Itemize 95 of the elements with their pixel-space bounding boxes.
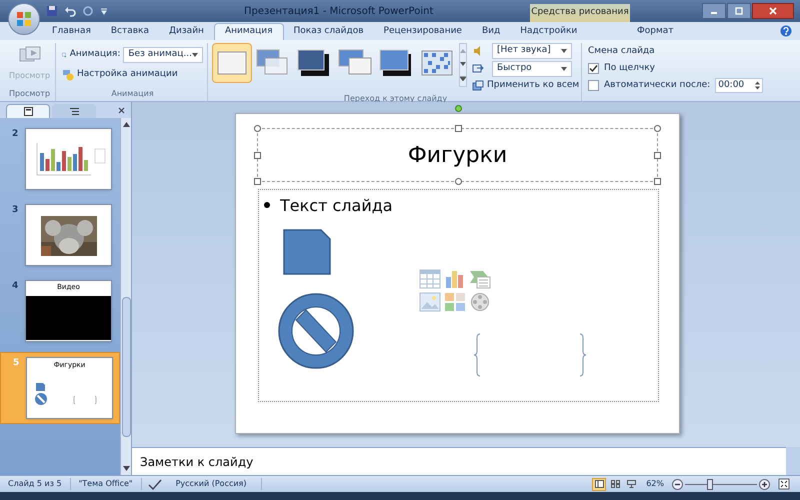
scroll-up-icon[interactable] [122, 122, 130, 127]
ribbon-tab[interactable]: Анимация [214, 23, 284, 40]
window-title: Презентация1 - Microsoft PowerPoint [244, 4, 434, 18]
zoom-out-icon[interactable] [672, 478, 683, 490]
scroll-down-icon[interactable] [460, 62, 466, 66]
caret-icon [192, 53, 198, 57]
save-icon[interactable] [46, 5, 58, 17]
panel-tab[interactable] [52, 104, 96, 118]
normal-view-icon [594, 480, 604, 488]
language-indicator[interactable]: Русский (Россия) [162, 478, 262, 490]
slide-counter: Слайд 5 из 5 [0, 478, 71, 490]
ribbon-tab[interactable]: Формат [615, 23, 696, 40]
theme-name: "Тема Office" [70, 478, 142, 490]
zoom-slider-thumb[interactable] [707, 478, 714, 490]
vertical-scrollbar[interactable] [120, 118, 131, 475]
zoom-slider[interactable] [685, 478, 757, 490]
help-icon[interactable] [780, 25, 792, 37]
maximize-button[interactable] [727, 3, 751, 19]
view-button[interactable] [624, 478, 638, 490]
resize-handle[interactable] [455, 178, 462, 185]
resize-handle[interactable] [254, 125, 261, 132]
resize-handle[interactable] [455, 125, 462, 132]
bullet-icon [264, 202, 270, 208]
ribbon-tab[interactable]: Главная [42, 23, 101, 40]
apply-all-icon [472, 80, 484, 92]
resize-handle[interactable] [654, 152, 661, 159]
close-icon[interactable] [118, 107, 125, 114]
scroll-thumb[interactable] [122, 297, 130, 437]
auto-advance-checkbox[interactable] [588, 80, 599, 91]
resize-handle[interactable] [654, 125, 661, 132]
ribbon-tab[interactable]: Рецензирование [374, 23, 472, 40]
office-button[interactable] [8, 3, 40, 35]
checkbox-label: По щелчку [604, 62, 655, 74]
custom-animation-button[interactable]: Настройка анимации [62, 68, 203, 82]
ribbon-tab[interactable]: Вставка [100, 23, 160, 40]
time-spinner[interactable]: 00:00 [715, 78, 764, 93]
notes-text: Заметки к слайду [140, 454, 254, 470]
slide-thumbnail-row[interactable]: 2 [0, 124, 120, 194]
notes-pane[interactable]: Заметки к слайду [132, 447, 786, 475]
rotate-handle[interactable] [455, 105, 462, 112]
resize-handle[interactable] [254, 178, 261, 185]
undo-icon[interactable] [64, 5, 76, 17]
projector-screen-icon [626, 480, 636, 488]
office-logo-icon [16, 11, 32, 27]
scroll-down-icon[interactable] [122, 466, 130, 471]
spelling-check-icon[interactable] [148, 478, 162, 490]
apply-to-all-button[interactable]: Применить ко всем [472, 79, 580, 92]
speed-dropdown[interactable]: Быстро [492, 61, 572, 77]
custom-animation-icon [62, 68, 74, 81]
group-label: Анимация [110, 88, 155, 100]
resize-handle[interactable] [654, 178, 661, 185]
ribbon-tab[interactable]: Надстройки [510, 23, 588, 40]
no-symbol-shape[interactable] [276, 292, 356, 370]
contextual-tab-group: Средства рисования [530, 4, 630, 22]
slides-icon [24, 107, 32, 116]
zoom-in-icon[interactable] [759, 478, 770, 490]
ribbon-tab[interactable]: Показ слайдов [284, 23, 374, 40]
ribbon-tab[interactable]: Вид [472, 23, 510, 40]
animation-label: Анимация: [70, 48, 120, 62]
caret-icon [561, 67, 567, 71]
caret-icon [561, 49, 567, 53]
slide-thumbnail-row[interactable]: 3 [0, 200, 120, 270]
group-title: Смена слайда [588, 45, 656, 58]
sound-dropdown[interactable]: [Нет звука] [492, 43, 572, 59]
grid-view-icon [610, 480, 620, 488]
fit-to-window-icon[interactable] [778, 478, 790, 490]
slide-number: 3 [12, 204, 20, 217]
outline-icon [70, 106, 78, 116]
zoom-level[interactable]: 62% [640, 478, 670, 490]
animation-dropdown[interactable]: Без анимац... [123, 47, 203, 63]
gallery-scrollbar[interactable] [459, 43, 467, 87]
group-label: Просмотр [8, 88, 52, 100]
expand-gallery-icon[interactable] [460, 76, 466, 82]
insert-clip-art-icon[interactable] [444, 292, 466, 312]
on-click-checkbox[interactable] [588, 62, 599, 74]
close-icon [769, 7, 777, 15]
customize-toolbar-icon[interactable] [100, 7, 108, 15]
slide-number: 4 [12, 280, 20, 293]
snipped-square-shape[interactable] [283, 229, 331, 275]
slide-number: 5 [13, 357, 20, 370]
checkbox-label: Автоматически после: [604, 78, 710, 92]
minimize-button[interactable] [702, 3, 726, 19]
maximize-icon [735, 7, 743, 15]
ribbon-tab[interactable]: Дизайн [159, 23, 214, 40]
close-button[interactable] [752, 3, 794, 19]
slide-title: Фигурки [408, 142, 508, 170]
bullet-text: Текст слайда [280, 195, 393, 217]
slide-number: 2 [12, 128, 20, 141]
view-button[interactable] [608, 478, 622, 490]
speed-icon [472, 63, 484, 75]
spinner-arrows-icon [755, 81, 760, 90]
panel-tab[interactable] [6, 104, 50, 118]
view-button[interactable] [592, 478, 606, 490]
group-label: Переход к этому слайду [342, 92, 448, 104]
resize-handle[interactable] [254, 152, 261, 159]
